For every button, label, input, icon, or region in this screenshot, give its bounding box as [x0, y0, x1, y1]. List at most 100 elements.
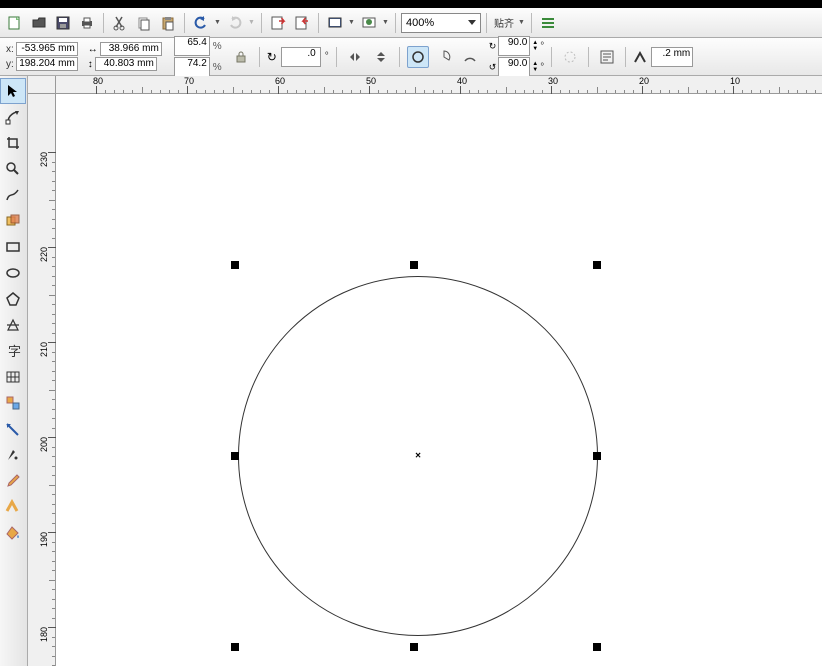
import-icon[interactable]: [267, 12, 289, 34]
outline-icon: [633, 50, 647, 64]
rectangle-tool[interactable]: [0, 234, 26, 260]
y-input[interactable]: 198.204 mm: [16, 57, 78, 71]
arc-end-icon: ↺: [489, 62, 497, 73]
x-input[interactable]: -53.965 mm: [16, 42, 78, 56]
undo-dropdown-icon[interactable]: ▼: [214, 19, 222, 26]
spinner-icon[interactable]: ▲▼: [532, 40, 538, 52]
connector-tool[interactable]: [0, 416, 26, 442]
y-label: y:: [6, 59, 14, 70]
percent-sign: %: [212, 62, 222, 73]
fullscreen-dropdown-icon[interactable]: ▼: [348, 19, 356, 26]
scale-x-input[interactable]: 65.4: [174, 36, 210, 56]
publish-icon[interactable]: [358, 12, 380, 34]
selection-handle[interactable]: [593, 452, 601, 460]
wrap-text-icon[interactable]: [596, 46, 618, 68]
export-icon[interactable]: [291, 12, 313, 34]
selection-handle[interactable]: [593, 643, 601, 651]
separator: [259, 47, 260, 67]
width-input[interactable]: 38.966 mm: [100, 42, 162, 56]
shape-tool[interactable]: [0, 104, 26, 130]
outline-width-input[interactable]: .2 mm: [651, 47, 693, 67]
toolbox: 字: [0, 76, 28, 666]
interactive-tool[interactable]: [0, 442, 26, 468]
lock-aspect-icon[interactable]: [230, 46, 252, 68]
spinner-icon[interactable]: ▲▼: [532, 61, 538, 73]
degree-symbol: °: [540, 41, 544, 52]
separator: [318, 13, 319, 33]
arc-end-input[interactable]: 90.0: [498, 57, 530, 77]
degree-symbol: °: [540, 62, 544, 73]
smart-fill-tool[interactable]: [0, 208, 26, 234]
zoom-value: 400%: [406, 17, 434, 29]
eyedropper-tool[interactable]: [0, 468, 26, 494]
zoom-tool[interactable]: [0, 156, 26, 182]
cut-icon[interactable]: [109, 12, 131, 34]
width-icon: ↔: [88, 44, 98, 55]
fill-tool[interactable]: [0, 520, 26, 546]
size-group: ↔ 38.966 mm ↕ 40.803 mm: [88, 42, 162, 71]
ruler-corner[interactable]: [28, 76, 56, 94]
selection-handle[interactable]: [410, 643, 418, 651]
arc-type-icon[interactable]: [459, 46, 481, 68]
selection-handle[interactable]: [593, 261, 601, 269]
publish-dropdown-icon[interactable]: ▼: [382, 19, 390, 26]
pick-tool[interactable]: [0, 78, 26, 104]
selection-handle[interactable]: [231, 261, 239, 269]
selection-handle[interactable]: [231, 643, 239, 651]
separator: [336, 47, 337, 67]
separator: [531, 13, 532, 33]
selection-handle[interactable]: [410, 261, 418, 269]
crop-tool[interactable]: [0, 130, 26, 156]
zoom-combo[interactable]: 400%: [401, 13, 481, 33]
basic-shapes-tool[interactable]: [0, 312, 26, 338]
text-tool[interactable]: 字: [0, 338, 26, 364]
x-label: x:: [6, 44, 14, 55]
separator: [399, 47, 400, 67]
open-icon[interactable]: [28, 12, 50, 34]
snap-dropdown-icon[interactable]: ▼: [518, 19, 526, 26]
selection-center-marker: ×: [415, 451, 421, 462]
ruler-horizontal[interactable]: 8070605040302010: [56, 76, 822, 94]
swap-arc-icon[interactable]: [559, 46, 581, 68]
rotation-input[interactable]: .0: [281, 47, 321, 67]
dimension-tool[interactable]: [0, 390, 26, 416]
arc-angles-group: ↻ 90.0 ▲▼ ° ↺ 90.0 ▲▼ °: [489, 36, 545, 77]
copy-icon[interactable]: [133, 12, 155, 34]
mirror-v-icon[interactable]: [370, 46, 392, 68]
mirror-h-icon[interactable]: [344, 46, 366, 68]
separator: [551, 47, 552, 67]
table-tool[interactable]: [0, 364, 26, 390]
polygon-tool[interactable]: [0, 286, 26, 312]
pie-type-icon[interactable]: [433, 46, 455, 68]
percent-sign: %: [212, 41, 222, 52]
selection-handle[interactable]: [231, 452, 239, 460]
scale-group: 65.4 % 74.2 %: [174, 36, 222, 77]
svg-text:字: 字: [8, 344, 21, 359]
new-icon[interactable]: [4, 12, 26, 34]
print-icon[interactable]: [76, 12, 98, 34]
ellipse-type-icon[interactable]: [407, 46, 429, 68]
rotate-icon: ↻: [267, 50, 277, 64]
options-icon[interactable]: [537, 12, 559, 34]
redo-icon[interactable]: [224, 12, 246, 34]
paste-icon[interactable]: [157, 12, 179, 34]
ellipse-tool[interactable]: [0, 260, 26, 286]
undo-icon[interactable]: [190, 12, 212, 34]
drawing-area[interactable]: ×: [56, 94, 822, 666]
save-icon[interactable]: [52, 12, 74, 34]
separator: [395, 13, 396, 33]
redo-dropdown-icon[interactable]: ▼: [248, 19, 256, 26]
arc-start-input[interactable]: 90.0: [498, 36, 530, 56]
property-bar: x: -53.965 mm y: 198.204 mm ↔ 38.966 mm …: [0, 38, 822, 76]
fullscreen-icon[interactable]: [324, 12, 346, 34]
height-input[interactable]: 40.803 mm: [95, 57, 157, 71]
snap-label[interactable]: 贴齐: [492, 15, 516, 30]
separator: [184, 13, 185, 33]
outline-tool[interactable]: [0, 494, 26, 520]
separator: [103, 13, 104, 33]
main-area: 字 8070605040302010 230220210200190180 ×: [0, 76, 822, 666]
scale-y-input[interactable]: 74.2: [174, 57, 210, 77]
ruler-vertical[interactable]: 230220210200190180: [28, 94, 56, 666]
canvas-area: 8070605040302010 230220210200190180 ×: [28, 76, 822, 666]
freehand-tool[interactable]: [0, 182, 26, 208]
